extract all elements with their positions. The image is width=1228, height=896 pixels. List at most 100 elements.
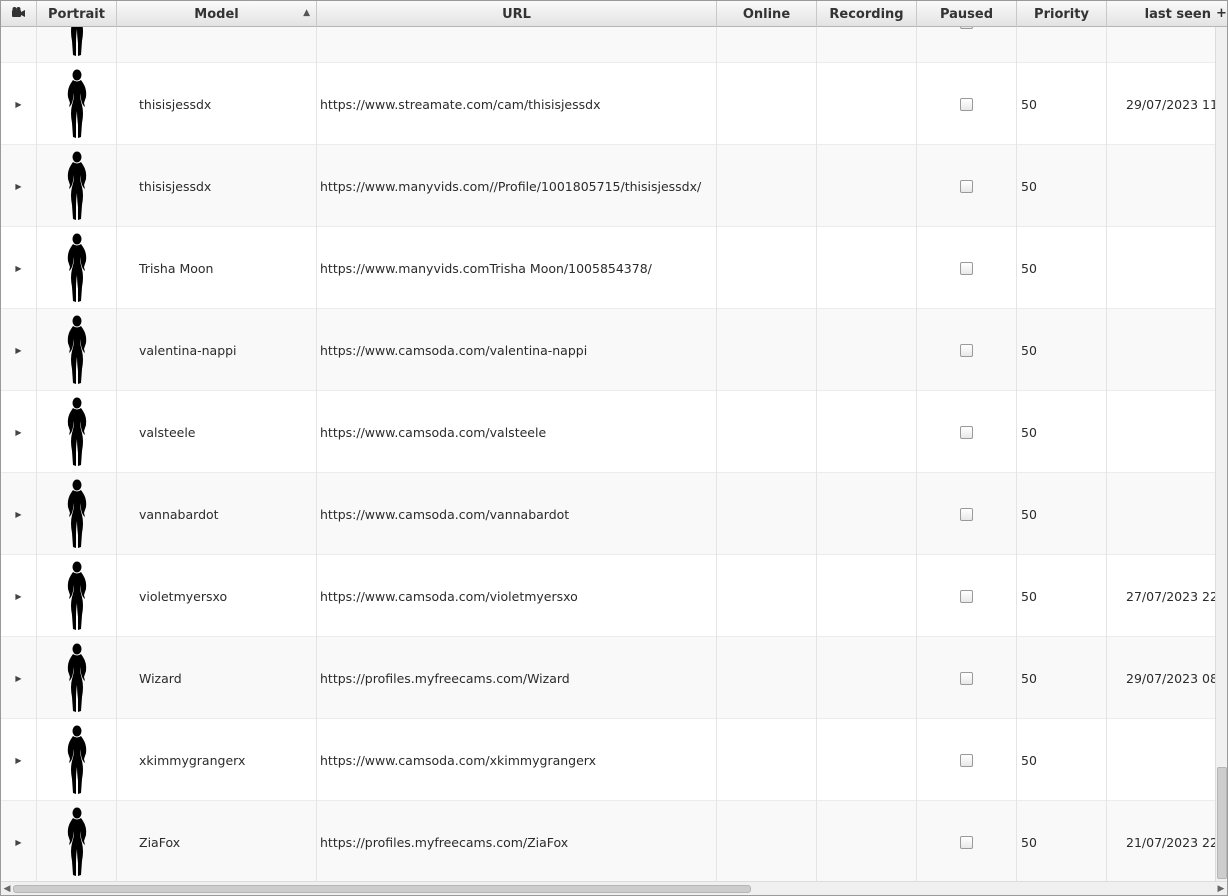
priority-cell[interactable]: 50 [1017, 227, 1107, 309]
model-cell[interactable]: violetmyersxo [117, 555, 317, 637]
column-header-priority[interactable]: Priority [1017, 1, 1107, 27]
paused-checkbox[interactable] [960, 671, 973, 685]
paused-checkbox[interactable] [960, 179, 973, 193]
url-cell[interactable]: https://www.camsoda.com/valentina-nappi [317, 309, 717, 391]
expand-arrow-icon[interactable]: ▶ [15, 592, 21, 601]
model-cell[interactable]: thisisjessdx [117, 145, 317, 227]
model-cell[interactable]: Trisha Moon [117, 227, 317, 309]
row-expander[interactable]: ▶ [1, 227, 37, 309]
column-header-recording[interactable]: Recording [817, 1, 917, 27]
paused-cell [917, 637, 1017, 719]
priority-cell[interactable] [1017, 27, 1107, 63]
scroll-left-icon[interactable]: ◀ [1, 882, 13, 895]
row-expander[interactable]: ▶ [1, 391, 37, 473]
row-expander[interactable]: ▶ [1, 63, 37, 145]
url-cell[interactable]: https://www.streamate.com/cam/thisisjess… [317, 63, 717, 145]
table-row[interactable]: ▶ ZiaFox https://profiles.myfreecams.com/Z… [1, 801, 1215, 881]
model-cell[interactable]: vannabardot [117, 473, 317, 555]
paused-checkbox[interactable] [960, 507, 973, 521]
url-cell[interactable]: https://www.camsoda.com/violetmyersxo [317, 555, 717, 637]
table-row[interactable]: ▶ thisisjessdx https://www.manyvids.com//P… [1, 145, 1215, 227]
paused-checkbox[interactable] [960, 261, 973, 275]
url-cell[interactable]: https://www.camsoda.com/vannabardot [317, 473, 717, 555]
priority-cell[interactable]: 50 [1017, 555, 1107, 637]
row-expander[interactable]: ▶ [1, 473, 37, 555]
horizontal-scrollbar[interactable]: ◀ ▶ [1, 881, 1227, 895]
paused-cell [917, 27, 1017, 63]
horizontal-scroll-thumb[interactable] [13, 885, 751, 893]
paused-checkbox[interactable] [960, 343, 973, 357]
url-cell[interactable]: https://www.camsoda.com/xkimmygrangerx [317, 719, 717, 801]
url-cell[interactable]: https://www.manyvids.com//Profile/100180… [317, 145, 717, 227]
row-expander[interactable]: ▶ [1, 555, 37, 637]
row-expander[interactable]: ▶ [1, 145, 37, 227]
url-cell[interactable]: https://profiles.myfreecams.com/Wizard [317, 637, 717, 719]
paused-checkbox[interactable] [960, 27, 973, 29]
priority-cell[interactable]: 50 [1017, 145, 1107, 227]
priority-cell[interactable]: 50 [1017, 63, 1107, 145]
model-cell[interactable] [117, 27, 317, 63]
last-seen-value: 21/07/2023 22 [1126, 834, 1215, 850]
model-cell[interactable]: ZiaFox [117, 801, 317, 881]
model-cell[interactable]: xkimmygrangerx [117, 719, 317, 801]
row-expander[interactable]: ▶ [1, 309, 37, 391]
expand-arrow-icon[interactable]: ▶ [15, 756, 21, 765]
table-row[interactable]: ▶ Wizard https://profiles.myfreecams.com/W… [1, 637, 1215, 719]
paused-checkbox[interactable] [960, 589, 973, 603]
model-cell[interactable]: Wizard [117, 637, 317, 719]
table-row[interactable]: ▶ valentina-nappi https://www.camsoda.com/… [1, 309, 1215, 391]
paused-cell [917, 719, 1017, 801]
scroll-right-icon[interactable]: ▶ [1215, 882, 1227, 895]
table-row[interactable]: ▶ violetmyersxo https://www.camsoda.com/vi… [1, 555, 1215, 637]
column-header-online[interactable]: Online [717, 1, 817, 27]
priority-cell[interactable]: 50 [1017, 801, 1107, 881]
url-cell[interactable]: https://www.camsoda.com/valsteele [317, 391, 717, 473]
column-header-camera[interactable] [1, 1, 37, 27]
model-cell[interactable]: valsteele [117, 391, 317, 473]
paused-checkbox[interactable] [960, 97, 973, 111]
url-cell[interactable]: https://profiles.myfreecams.com/ZiaFox [317, 801, 717, 881]
paused-checkbox[interactable] [960, 425, 973, 439]
priority-cell[interactable]: 50 [1017, 637, 1107, 719]
priority-cell[interactable]: 50 [1017, 719, 1107, 801]
table-row[interactable]: ▶ vannabardot https://www.camsoda.com/vann… [1, 473, 1215, 555]
column-header-paused[interactable]: Paused [917, 1, 1017, 27]
expand-arrow-icon[interactable]: ▶ [15, 264, 21, 273]
expand-arrow-icon[interactable]: ▶ [15, 100, 21, 109]
model-cell[interactable]: thisisjessdx [117, 63, 317, 145]
model-url: https://www.manyvids.comTrisha Moon/1005… [320, 260, 652, 276]
table-row[interactable]: ▶ xkimmygrangerx https://www.camsoda.com/x… [1, 719, 1215, 801]
row-expander[interactable]: ▶ [1, 719, 37, 801]
url-cell[interactable] [317, 27, 717, 63]
column-header-last-seen[interactable]: last seen [1107, 1, 1215, 27]
paused-checkbox[interactable] [960, 753, 973, 767]
table-row[interactable]: ▶ Trisha Moon https://www.manyvids.comTris… [1, 227, 1215, 309]
url-cell[interactable]: https://www.manyvids.comTrisha Moon/1005… [317, 227, 717, 309]
row-expander[interactable]: ▶ [1, 637, 37, 719]
recording-cell [817, 63, 917, 145]
table-row[interactable]: ▶ [1, 27, 1215, 63]
priority-cell[interactable]: 50 [1017, 473, 1107, 555]
column-header-url[interactable]: URL [317, 1, 717, 27]
expand-arrow-icon[interactable]: ▶ [15, 838, 21, 847]
row-expander[interactable]: ▶ [1, 801, 37, 881]
expand-arrow-icon[interactable]: ▶ [15, 510, 21, 519]
table-row[interactable]: ▶ thisisjessdx https://www.streamate.com/c… [1, 63, 1215, 145]
priority-cell[interactable]: 50 [1017, 309, 1107, 391]
table-row[interactable]: ▶ valsteele https://www.camsoda.com/valste… [1, 391, 1215, 473]
vertical-scroll-thumb[interactable] [1217, 767, 1227, 879]
column-header-portrait[interactable]: Portrait [37, 1, 117, 27]
model-name: vannabardot [139, 506, 219, 522]
last-seen-cell [1107, 27, 1215, 63]
expand-arrow-icon[interactable]: ▶ [15, 674, 21, 683]
vertical-scrollbar[interactable] [1215, 27, 1227, 881]
paused-checkbox[interactable] [960, 835, 973, 849]
column-header-model[interactable]: Model ▲ [117, 1, 317, 27]
expand-arrow-icon[interactable]: ▶ [15, 346, 21, 355]
expand-arrow-icon[interactable]: ▶ [15, 428, 21, 437]
expand-arrow-icon[interactable]: ▶ [15, 182, 21, 191]
column-menu-button[interactable]: + [1215, 1, 1227, 27]
priority-cell[interactable]: 50 [1017, 391, 1107, 473]
row-expander[interactable]: ▶ [1, 27, 37, 63]
model-cell[interactable]: valentina-nappi [117, 309, 317, 391]
